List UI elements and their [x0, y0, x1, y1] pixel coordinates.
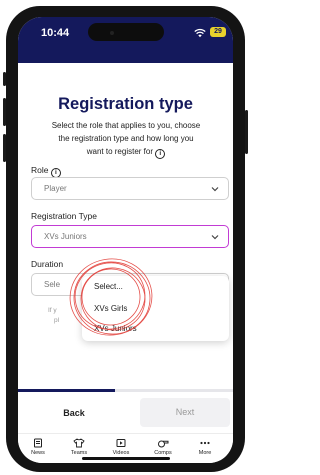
subtitle-line-2: the registration type and how long you [58, 134, 194, 143]
tab-news-label: News [31, 450, 45, 456]
dropdown-option-xvs-girls[interactable]: XVs Girls [94, 304, 127, 313]
subtitle-line-3: want to register for [86, 147, 153, 156]
app-screen: 10:44 29 Registration type Select the ro… [18, 17, 233, 463]
registration-type-label: Registration Type [31, 211, 97, 221]
mute-switch [3, 72, 6, 86]
back-button[interactable]: Back [30, 399, 118, 427]
tab-teams-label: Teams [70, 450, 88, 456]
power-button [245, 110, 248, 154]
chevron-down-icon [211, 235, 219, 240]
tab-more[interactable]: More [185, 438, 225, 456]
tab-more-label: More [198, 450, 212, 456]
role-label-text: Role [31, 165, 49, 175]
home-indicator [82, 457, 170, 460]
tab-videos-label: Videos [112, 450, 130, 456]
registration-type-select-value: XVs Juniors [44, 232, 87, 241]
dynamic-island [88, 23, 164, 41]
news-icon [34, 438, 42, 448]
tab-videos[interactable]: Videos [101, 438, 141, 456]
volume-up-button [3, 98, 6, 126]
dropdown-option-select[interactable]: Select... [94, 282, 123, 291]
wifi-icon [194, 28, 206, 38]
next-button[interactable]: Next [140, 398, 230, 427]
tab-comps-label: Comps [154, 450, 172, 456]
registration-type-select[interactable]: XVs Juniors [31, 225, 229, 248]
info-icon[interactable]: i [155, 149, 166, 159]
registration-type-dropdown: Select... XVs Girls XVs Juniors [82, 276, 229, 341]
duration-label: Duration [31, 259, 64, 269]
page-subtitle: Select the role that applies to you, cho… [38, 119, 214, 159]
battery-icon: 29 [210, 27, 226, 37]
camera-dot [110, 31, 114, 35]
role-select[interactable]: Player [31, 177, 229, 200]
whistle-icon [158, 440, 169, 448]
shirt-icon [73, 438, 85, 448]
tab-teams[interactable]: Teams [59, 438, 99, 456]
tab-comps[interactable]: Comps [143, 438, 183, 456]
duration-select-value: Sele [44, 280, 61, 289]
hint-fragment-left-1: If y [48, 307, 57, 314]
chevron-down-icon [211, 187, 219, 192]
progress-bar [18, 389, 233, 392]
progress-fill [18, 389, 115, 392]
hint-fragment-left-2: pl [54, 317, 60, 324]
volume-down-button [3, 134, 6, 162]
video-icon [116, 439, 126, 447]
role-select-value: Player [44, 184, 67, 193]
subtitle-line-1: Select the role that applies to you, cho… [51, 121, 201, 130]
tab-news[interactable]: News [18, 438, 58, 456]
dropdown-option-xvs-juniors[interactable]: XVs Juniors [94, 324, 137, 333]
status-time: 10:44 [41, 27, 70, 39]
page-title: Registration type [58, 95, 193, 113]
more-icon [200, 441, 210, 445]
status-bar: 10:44 29 [18, 17, 233, 63]
